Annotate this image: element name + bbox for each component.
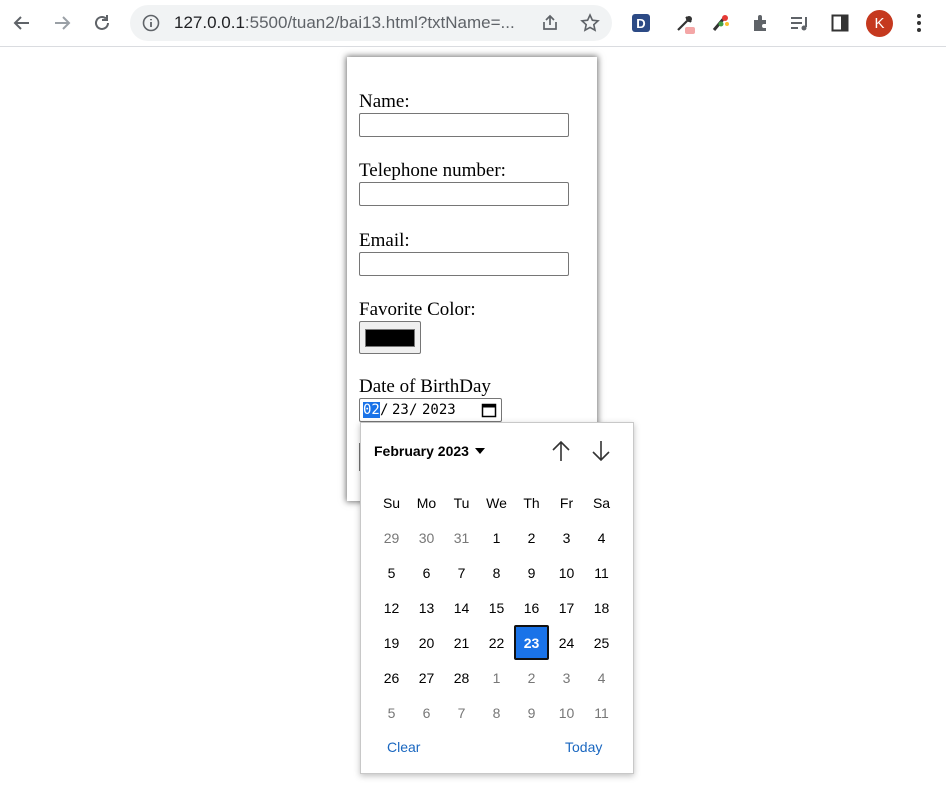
calendar-day[interactable]: 5	[374, 555, 409, 590]
calendar-day[interactable]: 6	[409, 555, 444, 590]
color-swatch	[365, 329, 415, 347]
weekday-header: Tu	[453, 494, 470, 511]
calendar-day[interactable]: 31	[444, 520, 479, 555]
month-year-label: February 2023	[374, 443, 469, 459]
dob-date-input[interactable]: 02 / 23 / 2023	[359, 398, 502, 422]
calendar-day[interactable]: 7	[444, 695, 479, 730]
bookmark-star-icon[interactable]	[580, 13, 600, 37]
weekday-header: Mo	[416, 494, 437, 511]
clear-button[interactable]: Clear	[387, 739, 420, 755]
date-separator: /	[409, 402, 418, 418]
calendar-day[interactable]: 5	[374, 695, 409, 730]
calendar-day[interactable]: 18	[584, 590, 619, 625]
calendar-day[interactable]: 1	[479, 520, 514, 555]
dob-year-segment[interactable]: 2023	[422, 402, 456, 418]
name-label: Name:	[359, 91, 410, 112]
today-button[interactable]: Today	[565, 739, 602, 755]
calendar-day[interactable]: 6	[409, 695, 444, 730]
date-picker-popup: February 2023 Su Mo Tu We Th Fr Sa 29 30 31 1 2 3 4 5 6…	[360, 422, 634, 774]
calendar-day[interactable]: 11	[584, 555, 619, 590]
dob-day-segment[interactable]: 23	[392, 402, 409, 418]
calendar-day[interactable]: 21	[444, 625, 479, 660]
share-icon[interactable]	[540, 13, 560, 37]
weekday-header: We	[486, 494, 507, 511]
calendar-day[interactable]: 2	[514, 660, 549, 695]
calendar-day[interactable]: 15	[479, 590, 514, 625]
extensions-puzzle-icon[interactable]	[748, 10, 774, 36]
calendar-day[interactable]: 9	[514, 695, 549, 730]
calendar-day[interactable]: 3	[549, 520, 584, 555]
calendar-day[interactable]: 26	[374, 660, 409, 695]
calendar-day[interactable]: 2	[514, 520, 549, 555]
address-bar[interactable]: 127.0.0.1:5500/tuan2/bai13.html?txtName=…	[130, 5, 612, 41]
back-arrow-icon[interactable]	[7, 8, 37, 38]
calendar-day[interactable]: 10	[549, 555, 584, 590]
dob-label: Date of BirthDay	[359, 376, 491, 397]
phone-label: Telephone number:	[359, 160, 506, 181]
forward-arrow-icon[interactable]	[47, 8, 77, 38]
dropdown-triangle-icon	[474, 448, 485, 454]
calendar-day[interactable]: 27	[409, 660, 444, 695]
calendar-day[interactable]: 11	[584, 695, 619, 730]
calendar-day[interactable]: 13	[409, 590, 444, 625]
calendar-day[interactable]: 4	[584, 520, 619, 555]
calendar-day[interactable]: 25	[584, 625, 619, 660]
calendar-day[interactable]: 22	[479, 625, 514, 660]
url-host: 127.0.0.1	[174, 13, 245, 32]
reading-list-icon[interactable]	[787, 10, 813, 36]
calendar-day[interactable]: 10	[549, 695, 584, 730]
url-text[interactable]: 127.0.0.1:5500/tuan2/bai13.html?txtName=…	[174, 13, 515, 33]
calendar-day[interactable]: 19	[374, 625, 409, 660]
color-picker-button[interactable]	[359, 321, 421, 354]
calendar-icon[interactable]	[481, 402, 497, 422]
calendar-day[interactable]: 8	[479, 555, 514, 590]
calendar-day[interactable]: 1	[479, 660, 514, 695]
browser-toolbar: 127.0.0.1:5500/tuan2/bai13.html?txtName=…	[0, 0, 946, 47]
calendar-day-selected[interactable]: 23	[514, 625, 549, 660]
next-month-arrow-icon[interactable]	[589, 439, 613, 463]
calendar-day[interactable]: 7	[444, 555, 479, 590]
name-input[interactable]	[359, 113, 569, 137]
extension-d-icon[interactable]: D	[628, 10, 654, 36]
calendar-day[interactable]: 4	[584, 660, 619, 695]
url-path: :5500/tuan2/bai13.html?txtName=...	[244, 13, 515, 32]
calendar-day[interactable]: 3	[549, 660, 584, 695]
phone-input[interactable]	[359, 182, 569, 206]
calendar-day[interactable]: 28	[444, 660, 479, 695]
weekday-header: Su	[382, 494, 401, 511]
month-year-selector[interactable]: February 2023	[374, 443, 485, 459]
dob-month-segment[interactable]: 02	[363, 402, 380, 418]
eyedropper-extension-icon[interactable]	[672, 10, 698, 36]
profile-avatar[interactable]: K	[866, 10, 893, 37]
weekday-header: Fr	[559, 494, 574, 511]
calendar-day[interactable]: 8	[479, 695, 514, 730]
site-info-icon[interactable]	[142, 14, 160, 36]
calendar-day[interactable]: 30	[409, 520, 444, 555]
previous-month-arrow-icon[interactable]	[549, 439, 573, 463]
weekday-header: Sa	[592, 494, 611, 511]
calendar-day[interactable]: 29	[374, 520, 409, 555]
date-separator: /	[380, 402, 389, 418]
color-label: Favorite Color:	[359, 299, 476, 320]
calendar-day[interactable]: 17	[549, 590, 584, 625]
email-input[interactable]	[359, 252, 569, 276]
calendar-day[interactable]: 12	[374, 590, 409, 625]
extension-d-letter: D	[632, 14, 650, 32]
calendar-day[interactable]: 9	[514, 555, 549, 590]
calendar-day[interactable]: 20	[409, 625, 444, 660]
reload-icon[interactable]	[87, 8, 117, 38]
side-panel-icon[interactable]	[827, 10, 853, 36]
color-extension-icon[interactable]	[708, 10, 734, 36]
calendar-day[interactable]: 24	[549, 625, 584, 660]
calendar-day[interactable]: 16	[514, 590, 549, 625]
weekday-header: Th	[523, 494, 540, 511]
email-label: Email:	[359, 230, 410, 251]
menu-kebab-icon[interactable]	[906, 10, 932, 36]
calendar-day[interactable]: 14	[444, 590, 479, 625]
